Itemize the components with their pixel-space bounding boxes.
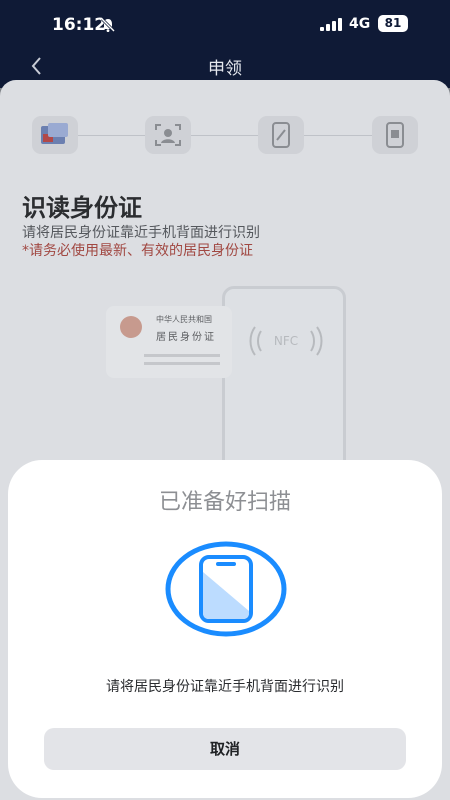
phone-scan-icon [165,541,287,637]
sheet-hint: 请将居民身份证靠近手机背面进行识别 [106,679,344,695]
step-connector [191,135,258,136]
section-warning: *请务必使用最新、有效的居民身份证 [22,243,253,259]
phone-nfc-icon [386,122,404,148]
nfc-label: NFC [273,334,299,348]
phone-illustration: NFC [222,286,346,480]
id-card-icon [41,123,68,144]
step-connector [78,135,145,136]
card-country-text: 中华人民共和国 [156,315,212,324]
card-field [144,354,220,357]
step-indicator [32,116,418,156]
card-field [144,362,220,365]
section-title: 识读身份证 [22,194,142,222]
emblem-icon [120,316,142,338]
scan-sheet: 已准备好扫描 请将居民身份证靠近手机背面进行识别 取消 [8,460,442,798]
battery-indicator: 81 [378,15,408,32]
page-title: 申领 [208,59,242,79]
id-card-illustration: 中华人民共和国 居民身份证 [106,306,232,378]
signal-icon [320,18,342,31]
step-4 [372,116,418,154]
bell-muted-icon [100,17,116,33]
network-label: 4G [349,16,371,32]
status-time: 16:12 [52,15,107,35]
cancel-button[interactable]: 取消 [44,728,406,770]
card-type-text: 居民身份证 [156,332,216,343]
step-connector [304,135,372,136]
status-bar: 16:12 4G 81 [0,0,450,48]
phone-sign-icon [272,122,290,148]
step-3 [258,116,304,154]
section-description: 请将居民身份证靠近手机背面进行识别 [22,225,260,241]
step-2 [145,116,191,154]
step-1 [32,116,78,154]
sheet-title: 已准备好扫描 [158,490,291,515]
face-scan-icon [155,124,181,146]
